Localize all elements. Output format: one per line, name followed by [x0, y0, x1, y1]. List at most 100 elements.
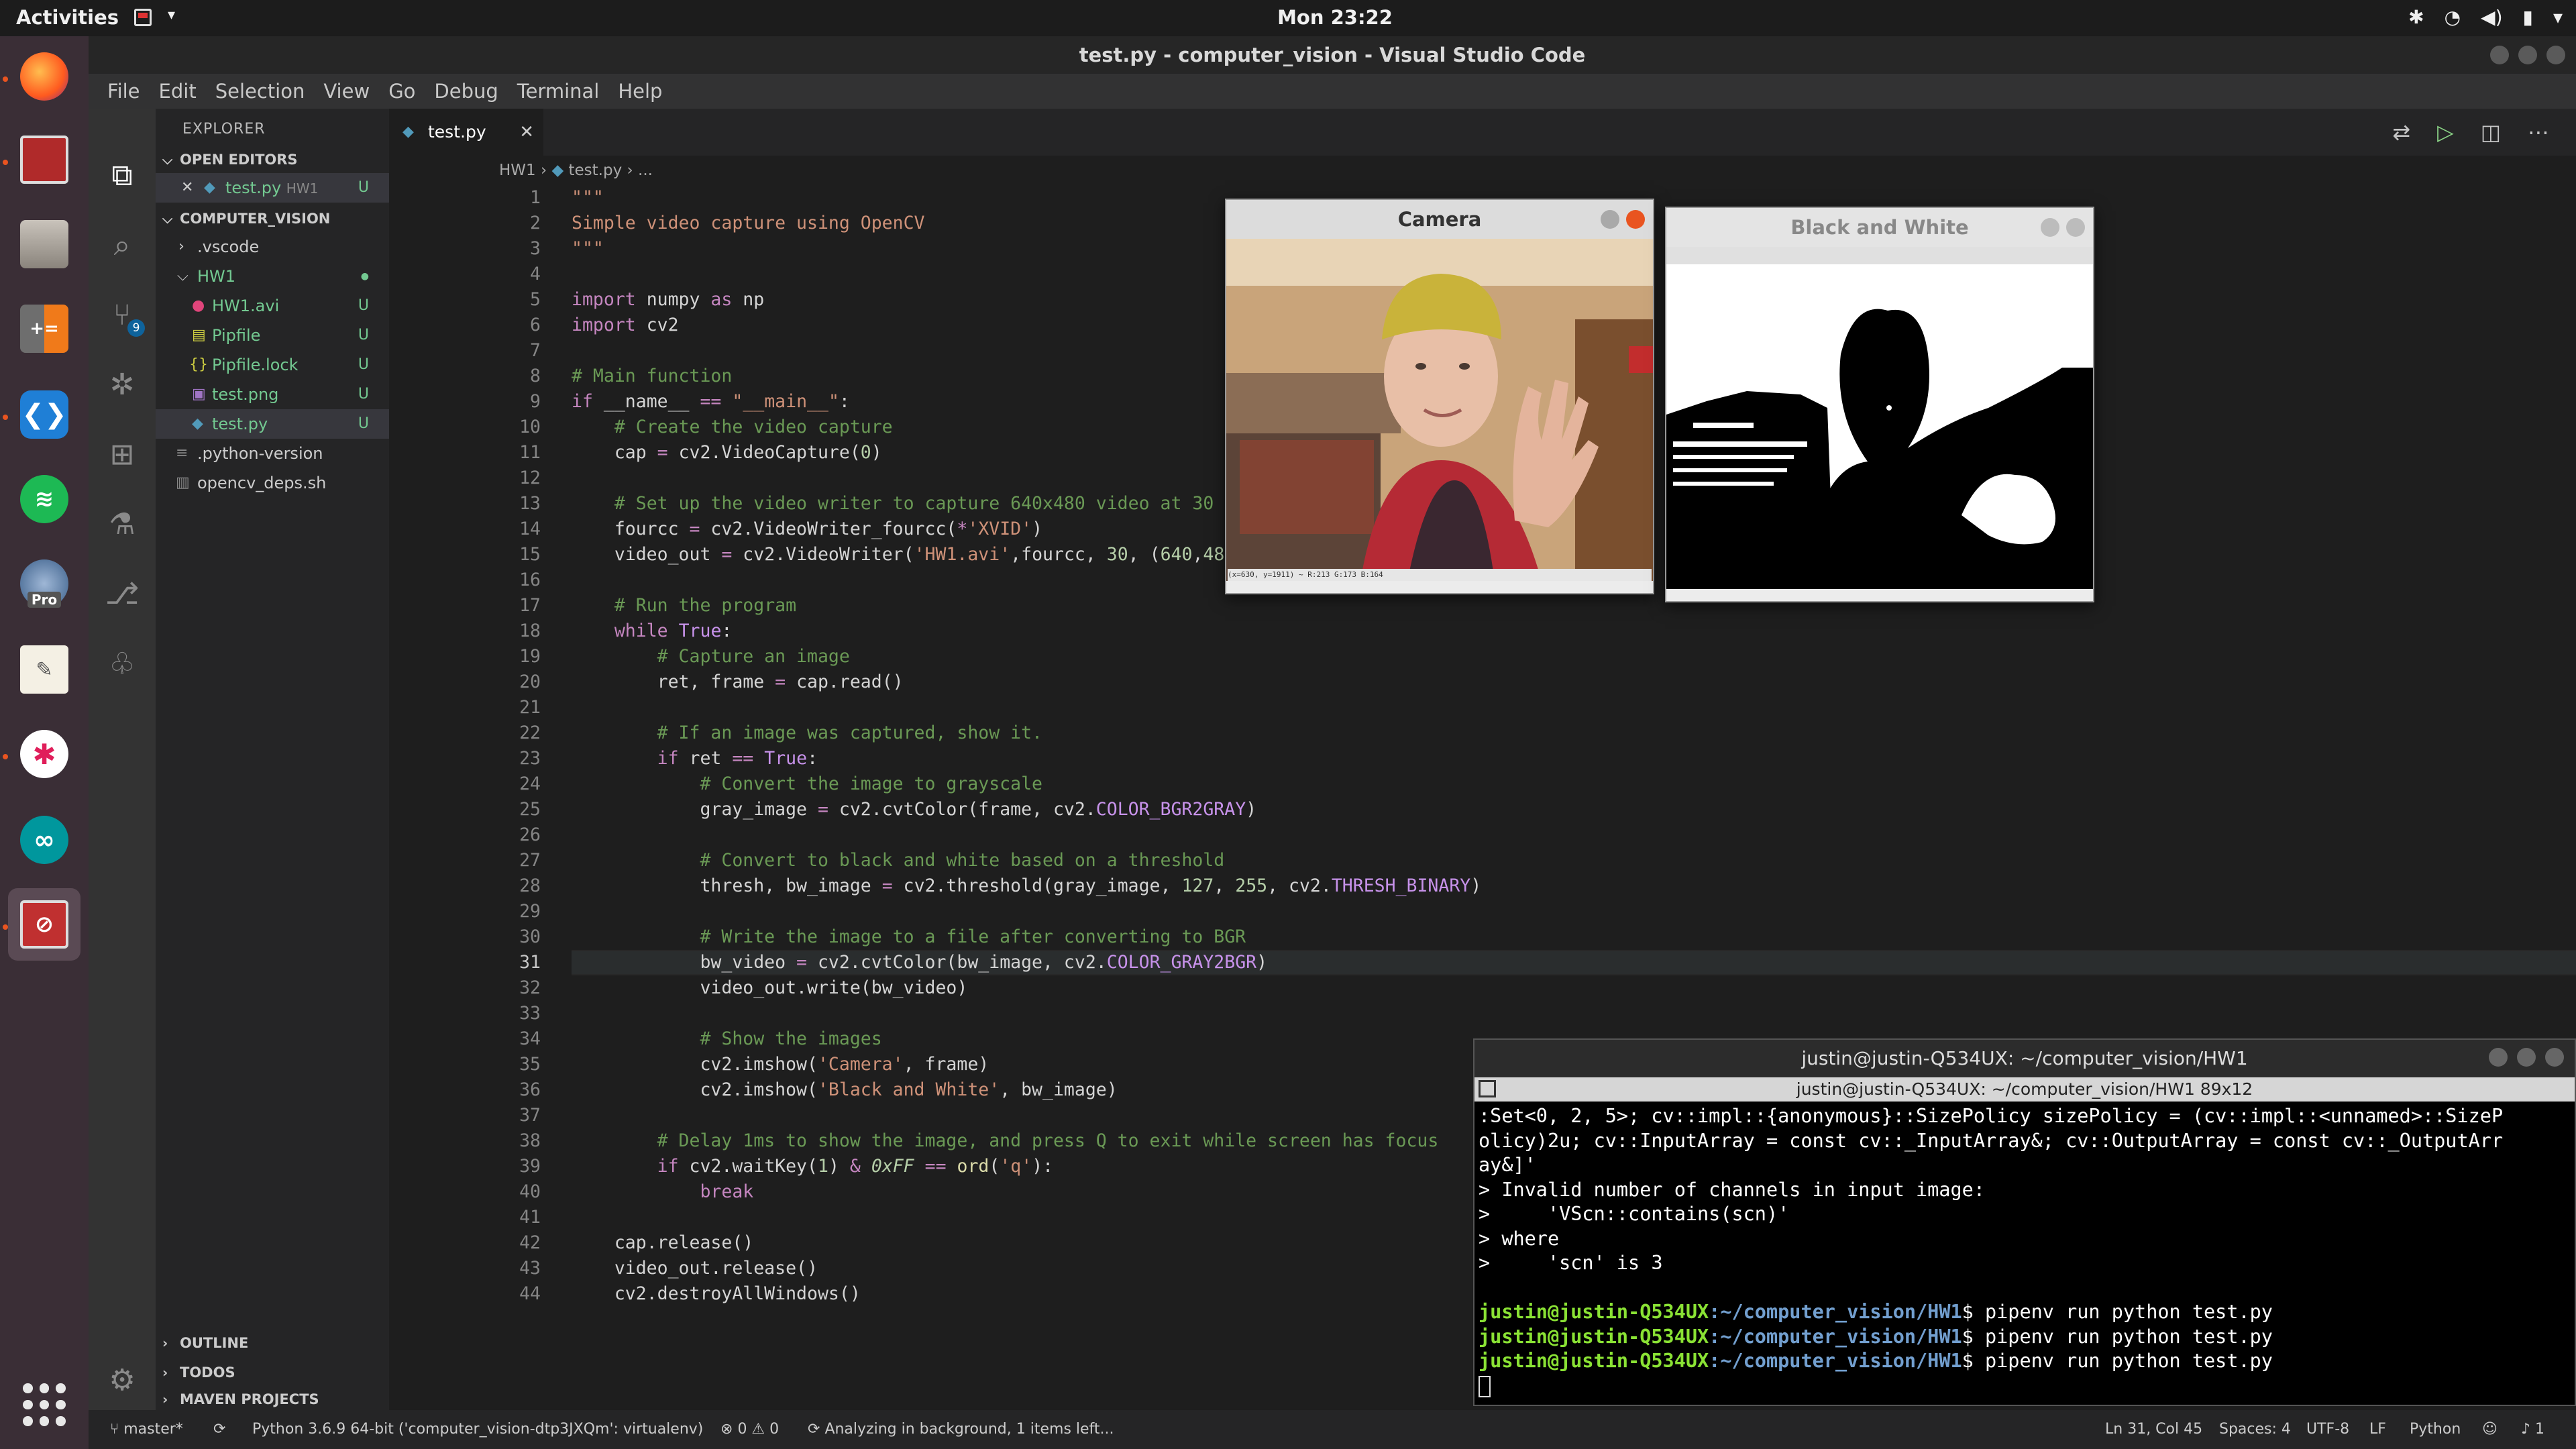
feedback-icon[interactable]: ☺ — [2482, 1410, 2498, 1449]
tree-item-test-png[interactable]: ▣ test.png U — [156, 380, 389, 409]
camera-image — [1226, 239, 1653, 581]
workspace-section[interactable]: ⌵ COMPUTER_VISION — [156, 205, 389, 232]
minimize-button[interactable] — [2489, 1048, 2508, 1067]
tree-item-pipfile[interactable]: ▤ Pipfile U — [156, 321, 389, 350]
minimize-button[interactable] — [2041, 218, 2059, 237]
app-menu-chevron-icon[interactable]: ▾ — [168, 7, 175, 23]
menu-view[interactable]: View — [314, 74, 379, 109]
chevron-right-icon: › — [162, 1391, 168, 1407]
tree-item-hw1-avi[interactable]: ● HW1.avi U — [156, 291, 389, 321]
dock-vscode[interactable]: ❮❯ — [8, 378, 80, 451]
battery-icon[interactable]: ▮ — [2523, 6, 2533, 28]
close-button[interactable] — [2066, 218, 2085, 237]
tree-icon[interactable]: ♧ — [105, 647, 140, 682]
breadcrumb-folder[interactable]: HW1 — [499, 162, 536, 179]
wifi-icon[interactable]: ◔ — [2445, 6, 2461, 28]
close-button[interactable] — [1626, 210, 1645, 229]
system-menu-chevron-icon[interactable]: ▾ — [2553, 6, 2563, 28]
maven-projects-section[interactable]: › MAVEN PROJECTS — [156, 1389, 389, 1410]
dock-arduino[interactable]: ∞ — [8, 804, 80, 876]
git-graph-icon[interactable]: ⎇ — [105, 577, 140, 612]
run-icon[interactable]: ▷ — [2437, 119, 2454, 145]
breadcrumb-file[interactable]: test.py — [569, 162, 623, 179]
system-tray[interactable]: ✱ ◔ ◀) ▮ ▾ — [2408, 6, 2563, 28]
dock-firefox[interactable] — [8, 40, 80, 113]
end-of-line[interactable]: LF — [2369, 1410, 2386, 1449]
code-line: video_out = cv2.VideoWriter('HW1.avi',fo… — [572, 544, 1256, 565]
app-menu-icon[interactable] — [134, 9, 152, 26]
editor-actions: ⇄ ▷ ◫ ⋯ — [2392, 119, 2549, 145]
explorer-icon[interactable]: ⧉ — [105, 158, 140, 193]
problems-indicator[interactable]: ⊗ 0 ⚠ 0 — [720, 1410, 779, 1449]
camera-app-icon: ⊘ — [20, 900, 68, 949]
menu-debug[interactable]: Debug — [425, 74, 507, 109]
dock-files[interactable] — [8, 208, 80, 280]
tree-item-python-version[interactable]: ≡ .python-version — [156, 439, 389, 468]
dock-terminal-app[interactable] — [8, 123, 80, 196]
search-icon[interactable]: ⌕ — [105, 228, 140, 263]
menu-file[interactable]: File — [98, 74, 150, 109]
open-editor-item-test-py[interactable]: ✕ ◆ test.py HW1 U — [156, 173, 389, 203]
encoding[interactable]: UTF-8 — [2306, 1410, 2349, 1449]
settings-gear-icon[interactable]: ⚙ — [105, 1363, 140, 1398]
tree-item-test-py[interactable]: ◆ test.py U — [156, 409, 389, 439]
tree-item-hw1-folder[interactable]: ⌵ HW1 ● — [156, 262, 389, 291]
menu-terminal[interactable]: Terminal — [508, 74, 609, 109]
menu-help[interactable]: Help — [608, 74, 672, 109]
open-editors-section[interactable]: ⌵ OPEN EDITORS — [156, 146, 389, 173]
ubuntu-dock: += ❮❯ ≋ Pro ✎ ✱ ∞ ⊘ — [0, 36, 89, 1449]
tree-item-pipfile-lock[interactable]: {} Pipfile.lock U — [156, 350, 389, 380]
indentation[interactable]: Spaces: 4 — [2219, 1410, 2291, 1449]
close-tab-icon[interactable]: ✕ — [519, 109, 534, 156]
gnome-top-bar: Activities ▾ Mon 23:22 ✱ ◔ ◀) ▮ ▾ — [0, 0, 2576, 36]
notifications-bell-icon[interactable]: ♪ 1 — [2521, 1410, 2544, 1449]
terminal-tab-title[interactable]: justin@justin-Q534UX: ~/computer_vision/… — [1796, 1079, 2253, 1099]
split-editor-icon[interactable]: ◫ — [2481, 119, 2501, 145]
sync-icon[interactable]: ⟳ — [213, 1410, 225, 1449]
tab-test-py[interactable]: ◆ test.py ✕ — [389, 109, 543, 156]
python-interpreter[interactable]: Python 3.6.9 64-bit ('computer_vision-dt… — [252, 1410, 703, 1449]
show-applications-icon[interactable] — [23, 1383, 66, 1426]
close-button[interactable] — [2546, 46, 2565, 64]
menu-go[interactable]: Go — [379, 74, 425, 109]
menu-selection[interactable]: Selection — [206, 74, 315, 109]
camera-window[interactable]: Camera (x=630, y=1911) ~ R:213 G:173 B:1… — [1225, 199, 1654, 594]
git-branch[interactable]: ⑂ master* — [110, 1410, 183, 1449]
terminal-output[interactable]: :Set<0, 2, 5>; cv::impl::{anonymous}::Si… — [1479, 1104, 2572, 1398]
dock-calculator[interactable]: += — [8, 292, 80, 365]
maximize-button[interactable] — [2517, 1048, 2536, 1067]
dock-text-editor[interactable]: ✎ — [8, 633, 80, 706]
new-tab-icon[interactable] — [1479, 1080, 1496, 1097]
more-actions-icon[interactable]: ⋯ — [2528, 119, 2549, 145]
maximize-button[interactable] — [2518, 46, 2537, 64]
dock-slack[interactable]: ✱ — [8, 718, 80, 790]
dock-spotify[interactable]: ≋ — [8, 463, 80, 535]
minimize-button[interactable] — [2490, 46, 2509, 64]
clock[interactable]: Mon 23:22 — [1261, 6, 1409, 29]
volume-icon[interactable]: ◀) — [2481, 6, 2502, 28]
language-mode[interactable]: Python — [2410, 1410, 2461, 1449]
tree-item-label: Pipfile.lock — [212, 356, 299, 374]
terminal-window[interactable]: justin@justin-Q534UX: ~/computer_vision/… — [1473, 1038, 2576, 1406]
black-and-white-window[interactable]: Black and White — [1665, 207, 2094, 602]
extensions-icon[interactable]: ⊞ — [105, 437, 140, 472]
outline-section[interactable]: › OUTLINE — [156, 1330, 389, 1356]
debug-icon[interactable]: ✲ — [105, 368, 140, 402]
cursor-position[interactable]: Ln 31, Col 45 — [2105, 1410, 2202, 1449]
minimize-button[interactable] — [1601, 210, 1619, 229]
todos-section[interactable]: › TODOS — [156, 1359, 389, 1386]
close-icon[interactable]: ✕ — [181, 173, 193, 203]
test-flask-icon[interactable]: ⚗ — [105, 507, 140, 542]
open-changes-icon[interactable]: ⇄ — [2392, 119, 2410, 145]
breadcrumb-more[interactable]: ... — [638, 162, 653, 179]
menu-edit[interactable]: Edit — [150, 74, 206, 109]
tree-item-vscode-folder[interactable]: › .vscode — [156, 232, 389, 262]
dock-camera-app[interactable]: ⊘ — [8, 888, 80, 961]
tree-item-opencv-deps[interactable]: ▥ opencv_deps.sh — [156, 468, 389, 498]
camera-title-text: Camera — [1397, 208, 1482, 231]
code-line: ret, frame = cap.read() — [572, 672, 904, 692]
slack-tray-icon[interactable]: ✱ — [2408, 6, 2424, 28]
close-button[interactable] — [2545, 1048, 2564, 1067]
activities-button[interactable]: Activities — [16, 6, 119, 29]
dock-google-earth[interactable]: Pro — [8, 547, 80, 620]
